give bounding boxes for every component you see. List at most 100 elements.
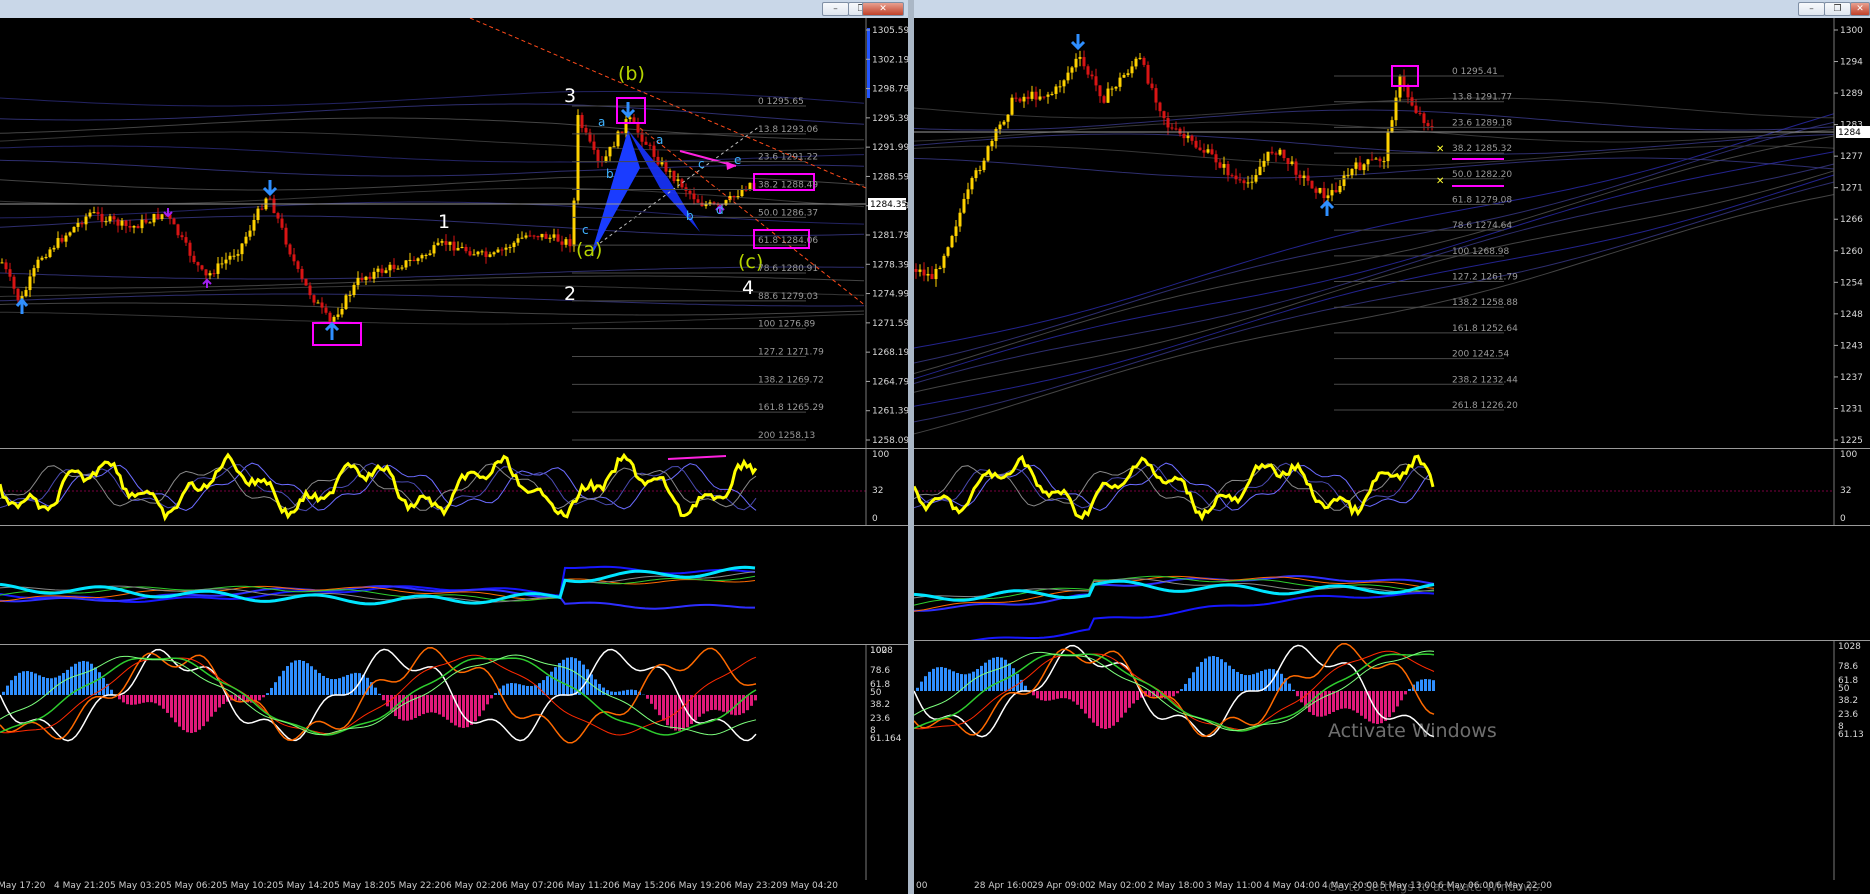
candle-body	[1078, 57, 1082, 59]
candle-body	[112, 216, 116, 220]
histogram-bar	[206, 695, 209, 722]
histogram-bar	[650, 695, 653, 704]
candle-body	[332, 316, 336, 322]
candle-body	[1358, 162, 1362, 171]
histogram-bar	[670, 695, 673, 729]
candle-body	[636, 122, 640, 133]
histogram-bar	[162, 695, 165, 709]
candle-body	[1246, 182, 1250, 184]
wave-label: (a)	[576, 239, 602, 261]
right-ma-chart[interactable]	[914, 526, 1870, 640]
candle-body	[1310, 180, 1314, 189]
histogram-bar	[1048, 691, 1051, 701]
candle-body	[1266, 151, 1270, 161]
oscillator-scale-label: 61.164	[870, 734, 902, 744]
scale-scroll-indicator[interactable]	[867, 28, 870, 98]
histogram-bar	[582, 664, 585, 695]
right-osc-panel[interactable]: 1028 78.6 61.8 50 38.2 23.6 8 61.13	[914, 641, 1870, 880]
cross-marker-icon: ✕	[1436, 176, 1444, 187]
minimize-button[interactable]: –	[1798, 2, 1825, 16]
price-scale-label: 1271.59	[872, 319, 908, 329]
candle-body	[1046, 94, 1050, 97]
right-oscillator-chart[interactable]: 102878.661.85038.223.6861.13	[914, 641, 1870, 880]
fib-level-label: 238.2 1232.44	[1452, 375, 1518, 385]
candle-body	[612, 146, 616, 148]
histogram-bar	[10, 680, 13, 695]
histogram-bar	[406, 695, 409, 721]
magenta-trend-arrow	[667, 455, 727, 460]
rsi-line	[0, 452, 758, 522]
time-axis-label: 5 May 18:20	[334, 881, 390, 891]
candle-body	[172, 218, 176, 225]
left-oscillator-chart[interactable]: 10078.661.85038.223.6861.1641028	[0, 645, 908, 880]
candle-body	[1022, 96, 1026, 102]
histogram-bar	[1416, 681, 1419, 691]
wave-label: 4	[742, 277, 754, 299]
candle-body	[1110, 88, 1114, 90]
candle-body	[260, 208, 264, 210]
histogram-bar	[1296, 691, 1299, 697]
histogram-bar	[562, 659, 565, 695]
histogram-bar	[502, 685, 505, 695]
candle-body	[188, 242, 192, 256]
candle-body	[48, 249, 52, 257]
histogram-bar	[342, 676, 345, 695]
candle-body	[1426, 123, 1430, 127]
candle-body	[292, 254, 296, 262]
histogram-bar	[1188, 678, 1191, 691]
moving-average-bands	[0, 91, 865, 325]
right-window-titlebar[interactable]: – ❐ ✕	[914, 0, 1870, 19]
candle-body	[1138, 57, 1142, 59]
minimize-button[interactable]: –	[822, 2, 849, 16]
histogram-bar	[1392, 691, 1395, 713]
candle-body	[1270, 151, 1274, 154]
candle-body	[1214, 154, 1218, 163]
candle-body	[1378, 158, 1382, 162]
left-window-titlebar[interactable]: – ❐ ✕	[0, 0, 908, 19]
histogram-bar	[1408, 689, 1411, 691]
right-rsi-chart[interactable]: 100 32 0	[914, 449, 1870, 525]
histogram-bar	[1428, 679, 1431, 691]
time-axis-label: 00	[916, 881, 928, 891]
candle-body	[464, 246, 468, 252]
histogram-bar	[322, 675, 325, 695]
candle-body	[492, 252, 496, 255]
close-button[interactable]: ✕	[862, 2, 904, 16]
current-price-label: 1284.35	[870, 200, 907, 210]
candle-body	[520, 237, 524, 239]
candle-body	[36, 259, 40, 269]
close-button[interactable]: ✕	[1850, 2, 1870, 16]
ma-band-line	[0, 117, 864, 141]
left-osc-panel[interactable]: 100 78.6 61.8 50 38.2 23.6 8 61.164 1028	[0, 645, 908, 880]
left-rsi-chart[interactable]: 100 32 0	[0, 449, 908, 525]
sub-wave-label: a	[598, 115, 605, 129]
left-ma-panel[interactable]	[0, 526, 908, 645]
candle-body	[452, 241, 456, 251]
left-rsi-panel[interactable]: 100 32 0	[0, 449, 908, 526]
candle-body	[974, 170, 978, 179]
left-ma-chart[interactable]	[0, 526, 908, 644]
price-scale-label: 1278.39	[872, 260, 908, 270]
histogram-bar	[426, 695, 429, 713]
candle-body	[220, 263, 224, 265]
candle-body	[1322, 187, 1326, 199]
right-price-chart[interactable]: 0 1295.41 13.8 1291.77 23.6 1289.18 38.2 12…	[914, 18, 1870, 448]
right-ma-panel[interactable]	[914, 526, 1870, 641]
maximize-button[interactable]: ❐	[1824, 2, 1851, 16]
left-price-panel[interactable]: 1 2 3 4 (a) (b) (c) a b c a b c d e 0 1295.65 13.8 1293…	[0, 18, 908, 449]
arrow-up-icon	[15, 297, 29, 314]
right-rsi-panel[interactable]: 100 32 0	[914, 449, 1870, 526]
price-scale-label: 1266	[1840, 215, 1863, 225]
right-price-panel[interactable]: 0 1295.41 13.8 1291.77 23.6 1289.18 38.2 12…	[914, 18, 1870, 449]
sub-wave-label: e	[734, 153, 741, 167]
histogram-bar	[550, 671, 553, 695]
left-chart-window[interactable]: – ❐ ✕	[0, 0, 908, 894]
oscillator-scale-label: 50	[1838, 684, 1850, 694]
candle-body	[1394, 97, 1398, 121]
left-price-chart[interactable]: 1234(a)(b)(c)abcabcde 0 1295.6513.8 1293…	[0, 18, 908, 448]
candle-body	[144, 219, 148, 223]
right-chart-window[interactable]: – ❐ ✕ 0 1295.41 13.8 1291.77 23.6 1289.18 3…	[914, 0, 1870, 894]
histogram-bar	[626, 689, 629, 695]
wave-label: 2	[564, 283, 576, 305]
candle-body	[1130, 66, 1134, 74]
